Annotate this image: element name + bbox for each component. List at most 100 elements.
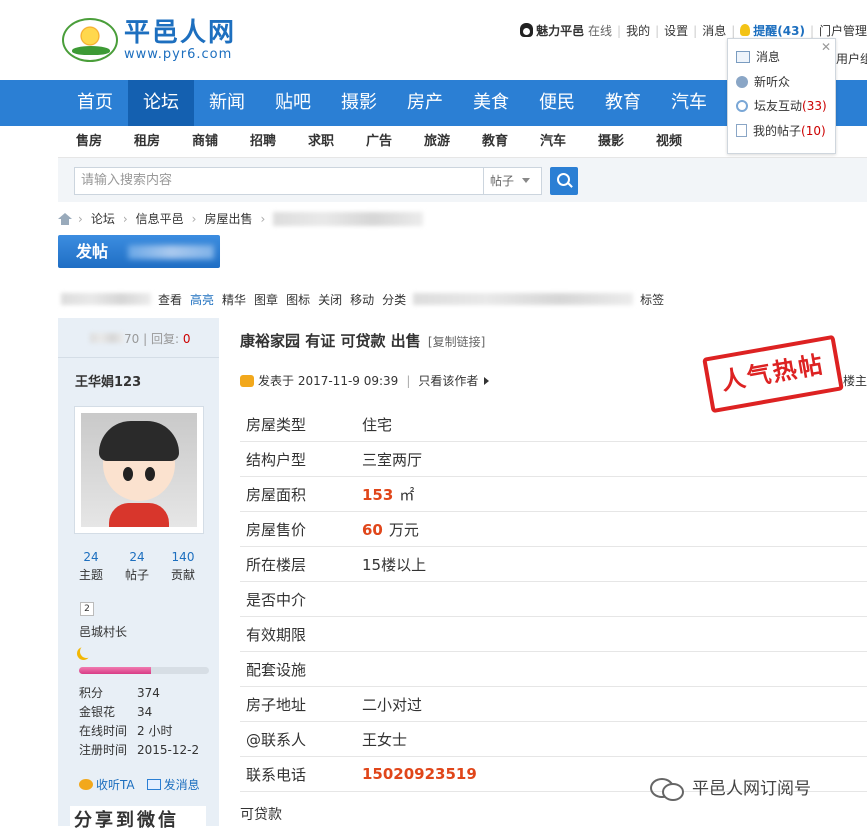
nav-news[interactable]: 新闻 bbox=[194, 80, 260, 126]
send-message-button[interactable]: 发消息 bbox=[146, 776, 200, 793]
mod-tab-category[interactable]: 分类 bbox=[382, 291, 406, 308]
row-value: 三室两厅 bbox=[362, 450, 423, 469]
mod-tab-stamp[interactable]: 图章 bbox=[254, 291, 278, 308]
popup-item-new-listeners[interactable]: 新听众 bbox=[736, 73, 790, 90]
divider: | bbox=[809, 23, 814, 38]
subnav-item[interactable]: 招聘 bbox=[234, 126, 292, 157]
nav-car[interactable]: 汽车 bbox=[656, 80, 722, 126]
subnav-item[interactable]: 售房 bbox=[60, 126, 118, 157]
new-post-label: 发帖 bbox=[76, 242, 109, 261]
nav-food[interactable]: 美食 bbox=[458, 80, 524, 126]
row-label: 所在楼层 bbox=[246, 555, 307, 574]
info-value: 2015-12-2 bbox=[137, 743, 200, 757]
area-unit: ㎡ bbox=[399, 485, 415, 504]
top-username[interactable]: 魅力平邑 bbox=[536, 24, 584, 38]
stat-threads[interactable]: 24 主题 bbox=[68, 550, 114, 583]
level-progress-bar bbox=[79, 667, 209, 674]
search-button[interactable] bbox=[550, 167, 578, 195]
nav-home[interactable]: 首页 bbox=[62, 80, 128, 126]
subnav-item[interactable]: 教育 bbox=[466, 126, 524, 157]
search-type-select[interactable]: 帖子 bbox=[484, 167, 542, 195]
site-logo[interactable]: 平邑人网 www.pyr6.com bbox=[62, 18, 236, 62]
logo-url: www.pyr6.com bbox=[124, 46, 233, 62]
moderation-toolbar: 查看 高亮 精华 图章 图标 关闭 移动 分类 标签 bbox=[58, 290, 867, 308]
row-label: 房屋面积 bbox=[246, 485, 307, 504]
envelope-icon bbox=[146, 779, 161, 790]
search-input[interactable]: 请输入搜索内容 bbox=[74, 167, 484, 195]
mod-tab-highlight[interactable]: 高亮 bbox=[190, 291, 214, 308]
top-user[interactable]: 魅力平邑 在线 bbox=[520, 22, 612, 39]
popup-item-my-posts[interactable]: 我的帖子 (10) bbox=[736, 122, 826, 139]
popup-item-label: 坛友互动 bbox=[754, 99, 803, 113]
popup-item-label: 消息 bbox=[756, 50, 781, 64]
avatar[interactable] bbox=[74, 406, 204, 534]
new-post-button[interactable]: 发帖 bbox=[58, 235, 220, 268]
search-type-value: 帖子 bbox=[490, 174, 515, 188]
row-label: @联系人 bbox=[246, 730, 307, 749]
table-row: 房屋售价 60 万元 bbox=[240, 512, 867, 547]
breadcrumb-item[interactable]: 信息平邑 bbox=[136, 210, 184, 227]
usergroup-link[interactable]: 用户组 bbox=[836, 50, 867, 67]
info-key: 注册时间 bbox=[79, 743, 128, 757]
post-stats-header: 70 | 回复: 0 bbox=[58, 318, 219, 358]
author-actions: 收听TA 发消息 bbox=[79, 776, 200, 793]
remind-label[interactable]: 提醒(43) bbox=[753, 24, 805, 38]
mod-tab-view[interactable]: 查看 bbox=[158, 291, 182, 308]
mod-tab-tag[interactable]: 标签 bbox=[640, 291, 664, 308]
author-info: 积分 374 金银花 34 在线时间 2 小时 注册时间 2015-12-2 bbox=[79, 684, 199, 760]
listen-button[interactable]: 收听TA bbox=[79, 776, 135, 793]
close-icon[interactable]: ✕ bbox=[821, 40, 831, 54]
only-author-link[interactable]: 只看该作者 bbox=[418, 372, 478, 389]
nav-house[interactable]: 房产 bbox=[392, 80, 458, 126]
listen-icon bbox=[79, 779, 93, 790]
stat-posts[interactable]: 24 帖子 bbox=[114, 550, 160, 583]
mod-tab-icon[interactable]: 图标 bbox=[286, 291, 310, 308]
author-username[interactable]: 王华娟123 bbox=[75, 371, 141, 390]
author-sidebar: 70 | 回复: 0 王华娟123 24 主题 24 帖子 140 贡献 2 邑城村长… bbox=[58, 318, 219, 830]
home-icon[interactable] bbox=[58, 212, 72, 225]
notification-popup: ✕ 消息 新听众 坛友互动 (33) 我的帖子 (10) bbox=[727, 38, 836, 154]
subnav-item[interactable]: 旅游 bbox=[408, 126, 466, 157]
table-row: @联系人 王女士 bbox=[240, 722, 867, 757]
subnav-item[interactable]: 视频 bbox=[640, 126, 698, 157]
listen-label: 收听TA bbox=[96, 778, 135, 792]
settings-link[interactable]: 设置 bbox=[664, 22, 688, 39]
remind-link[interactable]: 提醒(43) bbox=[740, 22, 805, 39]
stat-num: 24 bbox=[129, 550, 145, 564]
divider: | bbox=[406, 373, 411, 388]
popup-item-interactions[interactable]: 坛友互动 (33) bbox=[736, 97, 827, 114]
stat-label: 主题 bbox=[78, 568, 103, 582]
info-value: 374 bbox=[137, 686, 160, 700]
mine-menu[interactable]: 我的 bbox=[626, 22, 650, 39]
messages-link[interactable]: 消息 bbox=[702, 22, 726, 39]
nav-tieba[interactable]: 贴吧 bbox=[260, 80, 326, 126]
nav-forum[interactable]: 论坛 bbox=[128, 80, 194, 126]
nav-service[interactable]: 便民 bbox=[524, 80, 590, 126]
nav-photo[interactable]: 摄影 bbox=[326, 80, 392, 126]
popup-item-messages[interactable]: 消息 bbox=[736, 48, 780, 65]
breadcrumb-item[interactable]: 论坛 bbox=[91, 210, 115, 227]
share-wechat-button[interactable]: 分享到微信 bbox=[70, 806, 206, 830]
mod-tab-move[interactable]: 移动 bbox=[350, 291, 374, 308]
row-label: 联系电话 bbox=[246, 765, 307, 784]
subnav-item[interactable]: 求职 bbox=[292, 126, 350, 157]
copy-link[interactable]: [复制链接] bbox=[428, 335, 485, 349]
avatar-image bbox=[81, 413, 197, 527]
subnav-item[interactable]: 商铺 bbox=[176, 126, 234, 157]
subnav-item[interactable]: 广告 bbox=[350, 126, 408, 157]
stat-contribution[interactable]: 140 贡献 bbox=[160, 550, 206, 583]
send-message-label: 发消息 bbox=[163, 778, 200, 792]
subnav-item[interactable]: 租房 bbox=[118, 126, 176, 157]
divider: | bbox=[655, 23, 660, 38]
nav-education[interactable]: 教育 bbox=[590, 80, 656, 126]
post-title: 康裕家园 有证 可贷款 出售 bbox=[240, 332, 421, 350]
subnav-item[interactable]: 摄影 bbox=[582, 126, 640, 157]
breadcrumb-item[interactable]: 房屋出售 bbox=[204, 210, 252, 227]
mod-tab-close[interactable]: 关闭 bbox=[318, 291, 342, 308]
author-stats: 24 主题 24 帖子 140 贡献 bbox=[68, 550, 208, 583]
subnav-item[interactable]: 汽车 bbox=[524, 126, 582, 157]
chevron-down-icon bbox=[522, 178, 531, 183]
mod-tab-digest[interactable]: 精华 bbox=[222, 291, 246, 308]
portal-admin-link[interactable]: 门户管理 bbox=[819, 22, 867, 39]
popup-item-count: (10) bbox=[801, 123, 826, 138]
